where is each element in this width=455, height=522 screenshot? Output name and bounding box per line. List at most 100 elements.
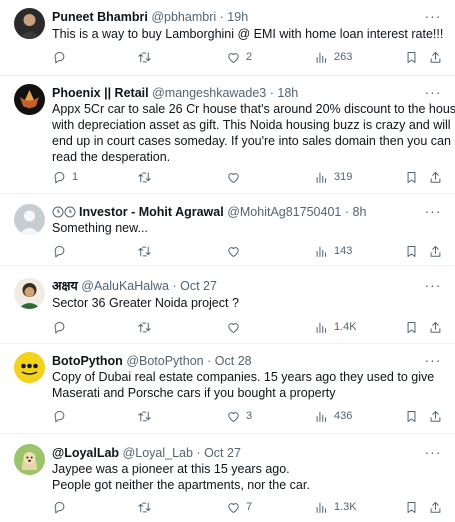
views-button[interactable]: 1.3K bbox=[314, 498, 357, 516]
handle[interactable]: @mangeshkawade3 bbox=[152, 86, 266, 100]
display-name[interactable]: Puneet Bhambri bbox=[52, 10, 148, 24]
views-count: 1.4K bbox=[334, 321, 357, 333]
reply-button[interactable]: 1 bbox=[52, 168, 78, 186]
avatar[interactable] bbox=[14, 278, 45, 309]
retweet-button[interactable] bbox=[137, 498, 157, 516]
bookmark-button[interactable] bbox=[404, 498, 419, 516]
retweet-icon bbox=[138, 411, 151, 421]
avatar[interactable] bbox=[14, 8, 45, 39]
timestamp[interactable]: Oct 28 bbox=[215, 354, 252, 368]
tweet[interactable]: Phoenix || Retail @mangeshkawade3 · 18h … bbox=[0, 76, 455, 194]
views-button[interactable]: 319 bbox=[314, 168, 352, 186]
handle[interactable]: @Loyal_Lab bbox=[123, 446, 193, 460]
tweet-text: Jaypee was a pioneer at this 15 years ag… bbox=[52, 461, 441, 493]
views-button[interactable]: 1.4K bbox=[314, 318, 357, 336]
separator: · bbox=[172, 279, 177, 293]
reply-icon bbox=[54, 245, 65, 257]
bookmark-button[interactable] bbox=[404, 48, 419, 66]
retweet-icon bbox=[138, 322, 151, 332]
share-button[interactable] bbox=[428, 407, 443, 425]
views-button[interactable]: 436 bbox=[314, 407, 352, 425]
retweet-icon bbox=[138, 172, 151, 182]
display-name[interactable]: @LoyalLab bbox=[52, 446, 119, 460]
handle[interactable]: @pbhambri bbox=[151, 10, 216, 24]
views-count: 436 bbox=[334, 410, 353, 422]
bookmark-button[interactable] bbox=[404, 242, 419, 260]
reply-icon bbox=[54, 501, 65, 513]
reply-icon bbox=[54, 410, 65, 422]
views-icon bbox=[316, 52, 327, 63]
separator: · bbox=[207, 354, 212, 368]
display-name[interactable]: Investor - Mohit Agrawal bbox=[79, 205, 224, 219]
views-icon bbox=[316, 322, 327, 333]
timestamp[interactable]: Oct 27 bbox=[180, 279, 217, 293]
display-name[interactable]: BotoPython bbox=[52, 354, 123, 368]
like-button[interactable]: 2 bbox=[226, 48, 252, 66]
like-count: 2 bbox=[246, 51, 253, 63]
handle[interactable]: @BotoPython bbox=[126, 354, 203, 368]
retweet-button[interactable] bbox=[137, 168, 157, 186]
tweet-header: Puneet Bhambri @pbhambri · 19h bbox=[52, 9, 415, 25]
retweet-button[interactable] bbox=[137, 318, 157, 336]
handle[interactable]: @MohitAg81750401 bbox=[227, 205, 341, 219]
avatar[interactable] bbox=[14, 352, 45, 383]
reply-icon bbox=[54, 321, 65, 333]
views-icon bbox=[316, 246, 327, 257]
tweet[interactable]: Investor - Mohit Agrawal @MohitAg8175040… bbox=[0, 194, 455, 266]
tweet-header: @LoyalLab @Loyal_Lab · Oct 27 bbox=[52, 445, 415, 461]
avatar[interactable] bbox=[14, 84, 45, 115]
tweet[interactable]: @LoyalLab @Loyal_Lab · Oct 27 ··· Jaypee… bbox=[0, 434, 455, 522]
like-count: 3 bbox=[246, 410, 253, 422]
tweet-text-line: Sector 36 Greater Noida project ? bbox=[52, 296, 239, 310]
timestamp[interactable]: 18h bbox=[277, 86, 298, 100]
like-button[interactable] bbox=[226, 318, 246, 336]
retweet-button[interactable] bbox=[137, 48, 157, 66]
reply-button[interactable] bbox=[52, 242, 72, 260]
retweet-button[interactable] bbox=[137, 407, 157, 425]
action-bar: 143 bbox=[52, 242, 443, 260]
share-button[interactable] bbox=[428, 242, 443, 260]
timestamp[interactable]: 8h bbox=[353, 205, 367, 219]
action-bar: 1.4K bbox=[52, 318, 443, 336]
reply-button[interactable] bbox=[52, 48, 72, 66]
tweet-header: Phoenix || Retail @mangeshkawade3 · 18h bbox=[52, 85, 415, 101]
tweet[interactable]: BotoPython @BotoPython · Oct 28 ··· Copy… bbox=[0, 344, 455, 434]
tweet[interactable]: Puneet Bhambri @pbhambri · 19h ··· This … bbox=[0, 0, 455, 76]
avatar[interactable] bbox=[14, 204, 45, 235]
more-icon[interactable]: ··· bbox=[423, 278, 443, 296]
bookmark-button[interactable] bbox=[404, 407, 419, 425]
tweet-text-line: Maserati and Porsche cars if you bought … bbox=[52, 386, 336, 400]
views-button[interactable]: 143 bbox=[314, 242, 352, 260]
timestamp[interactable]: 19h bbox=[227, 10, 248, 24]
separator: · bbox=[219, 10, 224, 24]
bookmark-icon bbox=[407, 321, 416, 333]
tweet-text: Sector 36 Greater Noida project ? bbox=[52, 295, 441, 311]
timestamp[interactable]: Oct 27 bbox=[204, 446, 241, 460]
like-icon bbox=[228, 502, 239, 513]
reply-button[interactable] bbox=[52, 407, 72, 425]
bookmark-button[interactable] bbox=[404, 318, 419, 336]
share-button[interactable] bbox=[428, 498, 443, 516]
tweet-header: BotoPython @BotoPython · Oct 28 bbox=[52, 353, 415, 369]
more-icon[interactable]: ··· bbox=[423, 9, 443, 27]
share-icon bbox=[430, 245, 441, 257]
avatar[interactable] bbox=[14, 444, 45, 475]
like-button[interactable] bbox=[226, 168, 246, 186]
reply-button[interactable] bbox=[52, 318, 72, 336]
retweet-button[interactable] bbox=[137, 242, 157, 260]
views-icon bbox=[316, 172, 327, 183]
display-name[interactable]: Phoenix || Retail bbox=[52, 86, 149, 100]
share-button[interactable] bbox=[428, 318, 443, 336]
views-button[interactable]: 263 bbox=[314, 48, 352, 66]
like-button[interactable] bbox=[226, 242, 246, 260]
share-button[interactable] bbox=[428, 48, 443, 66]
tweet[interactable]: अक्षय @AaluKaHalwa · Oct 27 ··· Sector 3… bbox=[0, 266, 455, 344]
like-button[interactable]: 3 bbox=[226, 407, 252, 425]
bookmark-button[interactable] bbox=[404, 168, 419, 186]
reply-button[interactable] bbox=[52, 498, 72, 516]
display-name[interactable]: अक्षय bbox=[52, 279, 78, 293]
like-button[interactable]: 7 bbox=[226, 498, 252, 516]
share-button[interactable] bbox=[428, 168, 443, 186]
separator: · bbox=[269, 86, 274, 100]
handle[interactable]: @AaluKaHalwa bbox=[81, 279, 169, 293]
